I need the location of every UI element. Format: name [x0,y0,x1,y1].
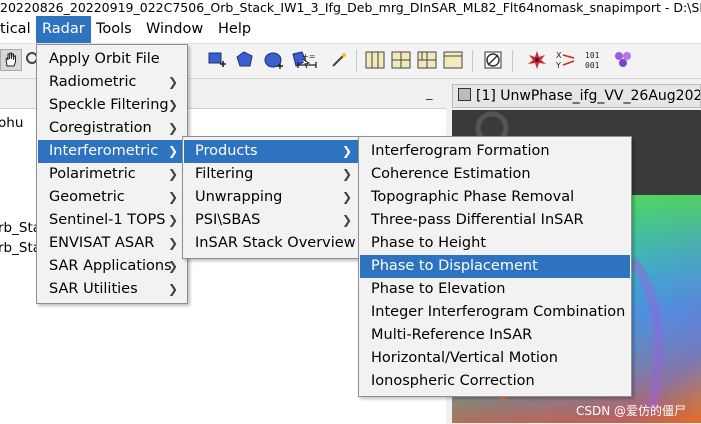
menu-item-envisat-asar[interactable]: ENVISAT ASAR ❯ [38,232,186,255]
menu-item-label: ENVISAT ASAR [49,235,155,251]
menu-item-label: SAR Utilities [49,281,138,297]
menu-item-label: SAR Applications [49,258,172,274]
draw-polygon-add-icon[interactable] [206,49,228,71]
chevron-right-icon: ❯ [167,282,178,296]
menu-item-label: Geometric [49,189,125,205]
window-title: 20220826_20220919_022C7506_Orb_Stack_IW1… [0,0,701,16]
panel-minimize-button[interactable]: _ [426,86,433,101]
hexagon-cluster-icon[interactable] [612,49,634,71]
xy-plot-icon[interactable]: XY [554,49,576,71]
chevron-right-icon: ❯ [341,167,352,181]
layout-grid-icon[interactable] [364,49,386,71]
menu-item-phase-to-displacement[interactable]: Phase to Displacement [360,255,630,278]
menu-item-label: Apply Orbit File [49,51,160,67]
chevron-right-icon: ❯ [167,75,178,89]
magic-wand-icon[interactable] [328,49,350,71]
menu-item-label: PSI\SBAS [195,212,261,228]
menu-item-psi-sbas[interactable]: PSI\SBAS ❯ [184,209,360,232]
menu-item-apply-orbit-file[interactable]: Apply Orbit File [38,48,186,71]
menu-item-label: Unwrapping [195,189,283,205]
tree-node-text[interactable]: ohu [0,115,23,131]
image-view-tab[interactable]: [1] UnwPhase_ifg_VV_26Aug2022_ [452,84,701,108]
menu-window[interactable]: Window [140,16,209,43]
menu-item-label: Interferometric [49,143,159,159]
products-submenu: Interferogram Formation Coherence Estima… [358,136,632,397]
menu-item-speckle-filtering[interactable]: Speckle Filtering ❯ [38,94,186,117]
menu-item-integer-interferogram-combination[interactable]: Integer Interferogram Combination [360,301,630,324]
menu-item-ionospheric-correction[interactable]: Ionospheric Correction [360,370,630,393]
layout-tiles-icon[interactable] [416,49,438,71]
menu-item-phase-to-height[interactable]: Phase to Height [360,232,630,255]
menu-tools[interactable]: Tools [90,16,138,43]
menu-item-sentinel-1-tops[interactable]: Sentinel-1 TOPS ❯ [38,209,186,232]
chevron-right-icon: ❯ [167,167,178,181]
chevron-right-icon: ❯ [167,213,178,227]
svg-text:Y: Y [555,61,561,70]
chevron-right-icon: ❯ [341,190,352,204]
watermark-text: CSDN @爱仿的僵尸 [576,404,687,418]
draw-shape-icon[interactable] [234,49,256,71]
menu-item-polarimetric[interactable]: Polarimetric ❯ [38,163,186,186]
chevron-right-icon: ❯ [341,213,352,227]
chevron-right-icon: ❯ [167,259,178,273]
menu-item-sar-applications[interactable]: SAR Applications ❯ [38,255,186,278]
svg-text:101: 101 [585,51,600,60]
menu-item-label: InSAR Stack Overview [195,235,356,251]
menu-item-products[interactable]: Products ❯ [184,140,360,163]
menu-item-label: Speckle Filtering [49,97,169,113]
menu-item-radiometric[interactable]: Radiometric ❯ [38,71,186,94]
chevron-right-icon: ❯ [341,144,352,158]
svg-text:001: 001 [585,61,600,70]
chevron-right-icon: ❯ [167,121,178,135]
menu-item-coregistration[interactable]: Coregistration ❯ [38,117,186,140]
layout-columns-icon[interactable] [390,49,412,71]
menu-item-label: Filtering [195,166,254,182]
menu-item-filtering[interactable]: Filtering ❯ [184,163,360,186]
pan-hand-icon[interactable] [0,49,22,71]
svg-text:X: X [556,51,562,60]
menu-help[interactable]: Help [212,16,257,43]
menu-bar: tical Radar Tools Window Help [0,16,701,44]
menu-item-label: Polarimetric [49,166,136,182]
menu-item-topographic-phase-removal[interactable]: Topographic Phase Removal [360,186,630,209]
star-burst-icon[interactable] [526,49,548,71]
menu-item-interferometric[interactable]: Interferometric ❯ [38,140,186,163]
menu-item-unwrapping[interactable]: Unwrapping ❯ [184,186,360,209]
radar-menu: Apply Orbit File Radiometric ❯ Speckle Fi… [36,44,188,304]
menu-item-phase-to-elevation[interactable]: Phase to Elevation [360,278,630,301]
menu-item-multi-reference-insar[interactable]: Multi-Reference InSAR [360,324,630,347]
menu-item-three-pass-dinsar[interactable]: Three-pass Differential InSAR [360,209,630,232]
chevron-right-icon: ❯ [167,98,178,112]
menu-item-label: Sentinel-1 TOPS [49,212,166,228]
menu-item-geometric[interactable]: Geometric ❯ [38,186,186,209]
menu-item-sar-utilities[interactable]: SAR Utilities ❯ [38,278,186,301]
image-window-icon [458,88,471,101]
interferometric-submenu: Products ❯ Filtering ❯ Unwrapping ❯ PSI\SBA… [182,136,362,259]
menu-item-insar-stack-overview[interactable]: InSAR Stack Overview [184,232,360,255]
svg-text:+=: += [302,52,315,61]
menu-item-label: Products [195,143,258,159]
chevron-right-icon: ❯ [167,144,178,158]
menu-item-horizontal-vertical-motion[interactable]: Horizontal/Vertical Motion [360,347,630,370]
menu-radar[interactable]: Radar [36,16,91,43]
image-view-tab-label: [1] UnwPhase_ifg_VV_26Aug2022_ [476,88,701,104]
no-data-icon[interactable] [482,49,504,71]
tree-node-text[interactable]: rb_Sta [0,240,41,256]
layout-window-icon[interactable] [442,49,464,71]
menu-item-label: Coregistration [49,120,152,136]
binary-data-icon[interactable]: 101 001 [584,49,606,71]
menu-item-coherence-estimation[interactable]: Coherence Estimation [360,163,630,186]
menu-optical[interactable]: tical [0,16,37,43]
range-finder-icon[interactable]: += [296,49,318,71]
draw-ellipse-icon[interactable] [262,49,284,71]
chevron-right-icon: ❯ [167,190,178,204]
chevron-right-icon: ❯ [167,236,178,250]
menu-item-label: Radiometric [49,74,137,90]
menu-item-interferogram-formation[interactable]: Interferogram Formation [360,140,630,163]
